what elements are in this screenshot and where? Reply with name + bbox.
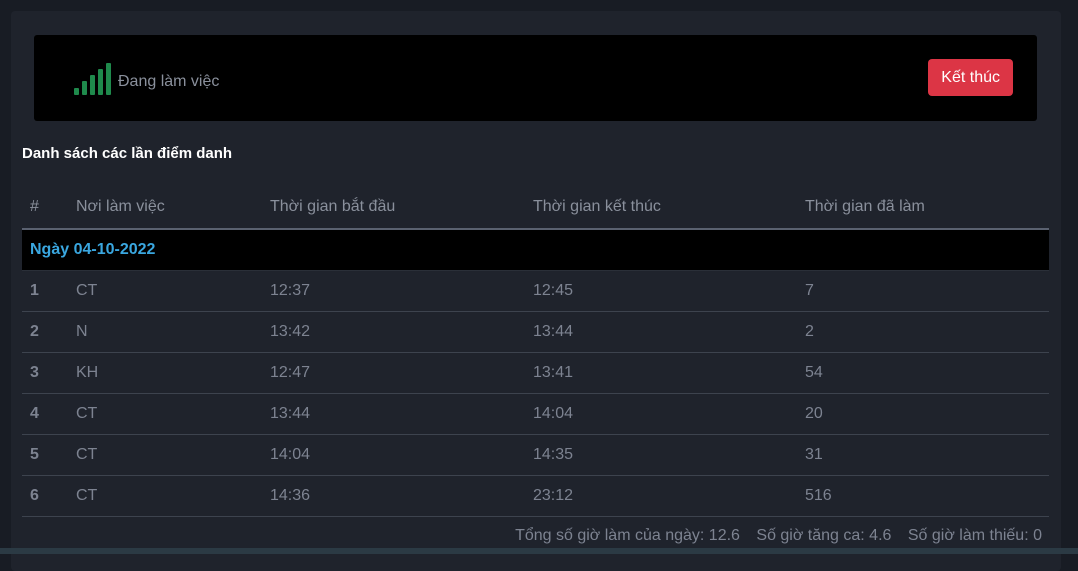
header-start: Thời gian bắt đầu xyxy=(270,187,395,227)
row-duration: 7 xyxy=(805,271,814,311)
row-start: 14:04 xyxy=(270,435,310,475)
row-place: CT xyxy=(76,435,97,475)
summary-missing-hours: Số giờ làm thiếu: 0 xyxy=(908,527,1042,544)
row-end: 14:04 xyxy=(533,394,573,434)
header-duration: Thời gian đã làm xyxy=(805,187,925,227)
date-group-label: Ngày 04-10-2022 xyxy=(30,230,155,270)
section-title: Danh sách các lần điểm danh xyxy=(22,145,232,162)
row-start: 13:44 xyxy=(270,394,310,434)
header-end: Thời gian kết thúc xyxy=(533,187,661,227)
row-index: 5 xyxy=(30,435,39,475)
row-index: 4 xyxy=(30,394,39,434)
table-row: 6 CT 14:36 23:12 516 xyxy=(22,476,1049,517)
row-index: 3 xyxy=(30,353,39,393)
row-start: 13:42 xyxy=(270,312,310,352)
signal-bars-icon xyxy=(74,61,114,95)
row-end: 14:35 xyxy=(533,435,573,475)
summary-total-hours: Tổng số giờ làm của ngày: 12.6 xyxy=(515,527,740,544)
row-place: CT xyxy=(76,476,97,516)
row-end: 23:12 xyxy=(533,476,573,516)
end-shift-button[interactable]: Kết thúc xyxy=(928,59,1013,96)
row-duration: 54 xyxy=(805,353,823,393)
status-panel: Đang làm việc Kết thúc xyxy=(34,35,1037,121)
row-end: 13:44 xyxy=(533,312,573,352)
row-index: 1 xyxy=(30,271,39,311)
table-row: 5 CT 14:04 14:35 31 xyxy=(22,435,1049,476)
row-start: 12:37 xyxy=(270,271,310,311)
row-duration: 516 xyxy=(805,476,832,516)
row-end: 12:45 xyxy=(533,271,573,311)
header-index: # xyxy=(30,187,39,227)
table-row: 4 CT 13:44 14:04 20 xyxy=(22,394,1049,435)
row-start: 14:36 xyxy=(270,476,310,516)
bottom-strip xyxy=(0,548,1078,554)
summary-overtime: Số giờ tăng ca: 4.6 xyxy=(756,527,891,544)
row-duration: 20 xyxy=(805,394,823,434)
row-place: KH xyxy=(76,353,98,393)
status-label: Đang làm việc xyxy=(118,73,219,91)
row-index: 2 xyxy=(30,312,39,352)
table-row: 1 CT 12:37 12:45 7 xyxy=(22,271,1049,312)
attendance-table: # Nơi làm việc Thời gian bắt đầu Thời gi… xyxy=(22,187,1049,517)
table-row: 3 KH 12:47 13:41 54 xyxy=(22,353,1049,394)
table-header: # Nơi làm việc Thời gian bắt đầu Thời gi… xyxy=(22,187,1049,230)
row-duration: 2 xyxy=(805,312,814,352)
row-index: 6 xyxy=(30,476,39,516)
attendance-card: Đang làm việc Kết thúc Danh sách các lần… xyxy=(11,11,1061,571)
table-row: 2 N 13:42 13:44 2 xyxy=(22,312,1049,353)
row-place: N xyxy=(76,312,88,352)
row-duration: 31 xyxy=(805,435,823,475)
daily-summary: Tổng số giờ làm của ngày: 12.6 Số giờ tă… xyxy=(515,527,1042,545)
date-group-row: Ngày 04-10-2022 xyxy=(22,230,1049,271)
row-place: CT xyxy=(76,271,97,311)
header-place: Nơi làm việc xyxy=(76,187,165,227)
row-end: 13:41 xyxy=(533,353,573,393)
row-place: CT xyxy=(76,394,97,434)
row-start: 12:47 xyxy=(270,353,310,393)
